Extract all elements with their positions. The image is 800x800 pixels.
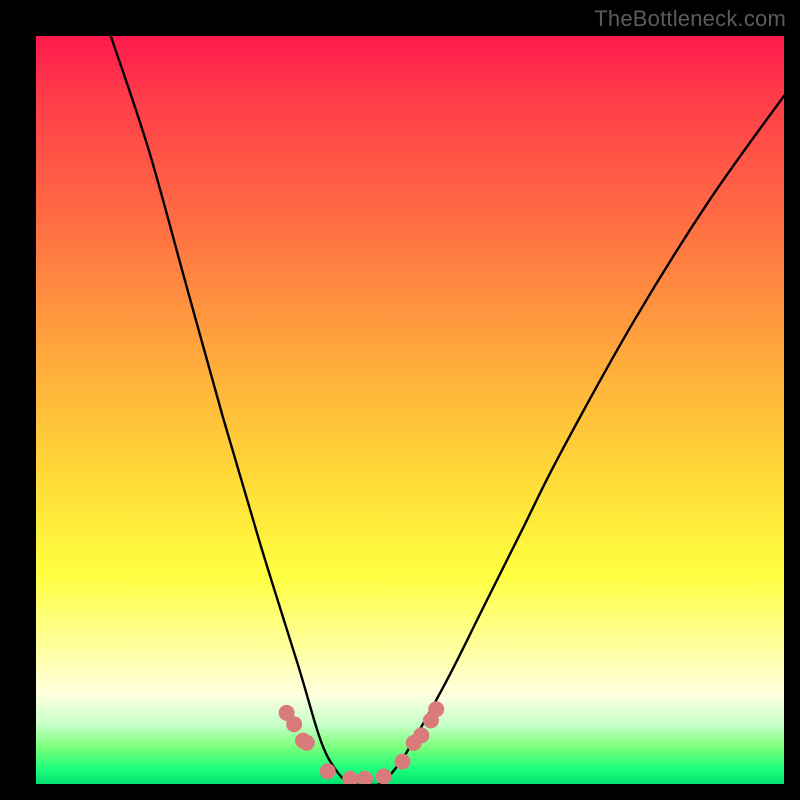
marker-dot (286, 716, 302, 732)
marker-dots (279, 701, 445, 784)
plot-area (36, 36, 784, 784)
marker-dot (413, 727, 429, 743)
marker-dot (357, 771, 373, 784)
marker-dot (395, 754, 411, 770)
watermark-text: TheBottleneck.com (594, 6, 786, 32)
marker-dot (342, 771, 358, 784)
marker-dot (299, 735, 315, 751)
marker-dot (428, 701, 444, 717)
marker-dot (376, 769, 392, 785)
chart-svg (36, 36, 784, 784)
marker-dot (320, 763, 336, 779)
bottleneck-curve (111, 36, 784, 784)
chart-frame: TheBottleneck.com (0, 0, 800, 800)
